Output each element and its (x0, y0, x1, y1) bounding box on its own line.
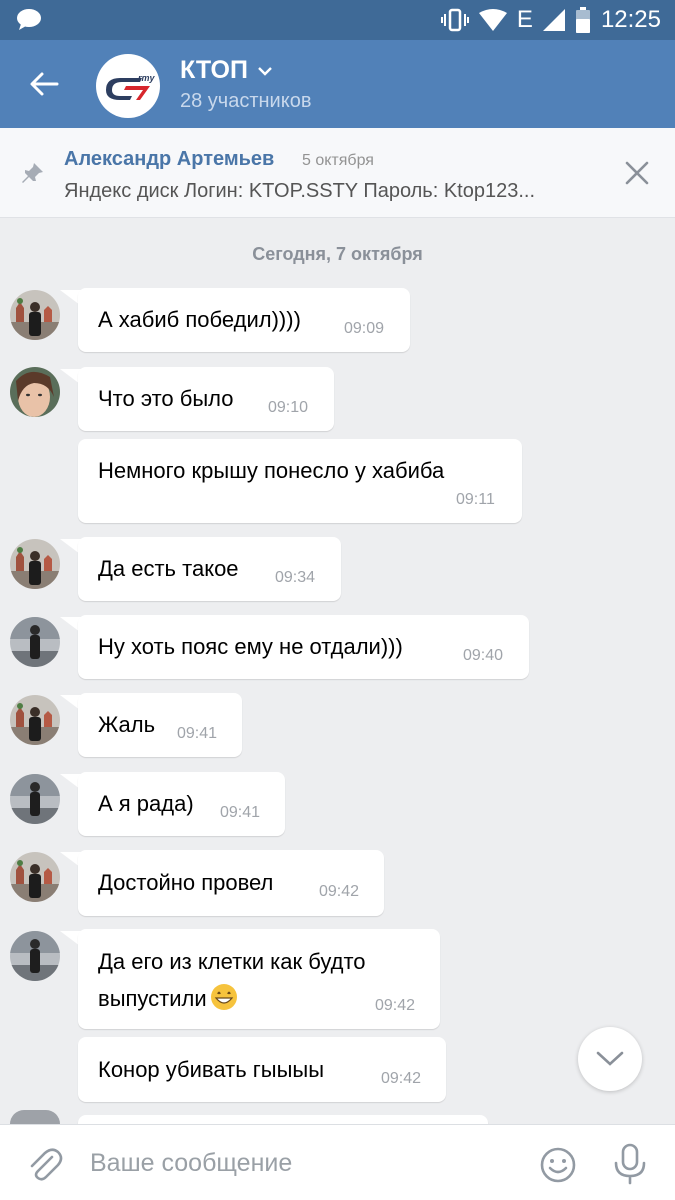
chat-header: rmy КТОП 28 участников (0, 40, 675, 128)
avatar[interactable] (10, 367, 60, 417)
message-time: 09:34 (275, 569, 316, 586)
message-bubble[interactable]: Жаль 09:41 (78, 693, 242, 757)
paperclip-icon (30, 1148, 63, 1181)
emoji-button[interactable] (538, 1145, 578, 1185)
message-text: А хабиб победил)))) (98, 307, 301, 332)
close-icon (625, 161, 649, 185)
members-count: 28 участников (180, 90, 312, 112)
back-button[interactable] (20, 60, 68, 108)
message-time: 09:40 (463, 647, 504, 664)
pinned-date: 5 октября (302, 152, 374, 169)
message-bubble[interactable]: Да его из клетки как будто выпустили 09:… (78, 929, 440, 1029)
message-time: 09:41 (220, 804, 261, 821)
ktop-logo-icon: rmy (106, 73, 156, 100)
pin-icon (20, 160, 46, 186)
scroll-down-button[interactable] (578, 1027, 642, 1091)
avatar[interactable] (10, 852, 60, 902)
message-time: 09:09 (344, 320, 385, 337)
avatar[interactable] (10, 1110, 60, 1124)
message-bubble[interactable]: А хабиб победил)))) 09:09 (78, 288, 410, 352)
message-bubble[interactable]: Конор убивать гыыыы 09:42 (78, 1037, 446, 1102)
chat-icon (16, 8, 42, 30)
message-bubble[interactable] (78, 1115, 488, 1124)
avatar[interactable] (10, 617, 60, 667)
microphone-button[interactable] (612, 1143, 648, 1185)
pinned-author: Александр Артемьев (64, 148, 275, 170)
message-text: Достойно провел (98, 870, 274, 895)
smiley-icon (540, 1147, 576, 1183)
message-time: 09:42 (375, 997, 416, 1014)
avatar[interactable] (10, 290, 60, 340)
network-type: E (516, 6, 533, 33)
message-bubble[interactable]: Немного крышу понесло у хабиба 09:11 (78, 439, 522, 523)
message-text: Ну хоть пояс ему не отдали))) (98, 634, 403, 659)
message-text: Что это было (98, 386, 234, 411)
wifi-icon (478, 9, 507, 31)
status-bar: E 12:25 (0, 0, 675, 40)
date-separator: Сегодня, 7 октября (252, 244, 423, 264)
chat-title-text: КТОП (180, 56, 248, 84)
battery-icon (575, 7, 591, 33)
avatar[interactable] (10, 695, 60, 745)
message-text: Жаль (98, 712, 156, 737)
signal-icon (542, 9, 565, 31)
message-text: Да его из клетки как будто (98, 949, 366, 974)
chat-avatar[interactable]: rmy (96, 54, 160, 118)
avatar[interactable] (10, 539, 60, 589)
close-pinned-button[interactable] (620, 156, 654, 190)
avatar[interactable] (10, 931, 60, 981)
message-bubble[interactable]: Что это было 09:10 (78, 367, 334, 431)
vibrate-icon (440, 8, 469, 32)
message-input[interactable] (90, 1143, 510, 1183)
message-time: 09:10 (268, 399, 309, 416)
message-composer (0, 1124, 675, 1200)
attach-button[interactable] (24, 1145, 64, 1185)
svg-text:rmy: rmy (138, 73, 156, 83)
message-text: Конор убивать гыыыы (98, 1057, 325, 1082)
message-time: 09:42 (381, 1070, 422, 1087)
message-text: Немного крышу понесло у хабиба (98, 458, 445, 483)
message-bubble[interactable]: А я рада) 09:41 (78, 772, 285, 836)
chevron-down-icon (596, 1051, 624, 1066)
pinned-text: Яндекс диск Логин: KTOP.SSTY Пароль: Kto… (64, 180, 536, 202)
grinning-emoji-icon (209, 983, 239, 1017)
message-text: выпустили (98, 983, 239, 1017)
message-time: 09:42 (319, 883, 360, 900)
clock: 12:25 (600, 6, 661, 33)
microphone-icon (614, 1143, 646, 1185)
message-text: А я рада) (98, 791, 194, 816)
message-bubble[interactable]: Достойно провел 09:42 (78, 850, 384, 916)
message-bubble[interactable]: Ну хоть пояс ему не отдали))) 09:40 (78, 615, 529, 679)
avatar[interactable] (10, 774, 60, 824)
chevron-down-icon (258, 66, 272, 76)
chat-title[interactable]: КТОП (180, 56, 272, 85)
message-bubble[interactable]: Да есть такое 09:34 (78, 537, 341, 601)
message-text: Да есть такое (98, 556, 239, 581)
message-time: 09:41 (177, 725, 218, 742)
back-arrow-icon (30, 72, 59, 96)
pinned-message[interactable]: Александр Артемьев 5 октября Яндекс диск… (0, 128, 675, 218)
message-time: 09:11 (456, 491, 495, 508)
